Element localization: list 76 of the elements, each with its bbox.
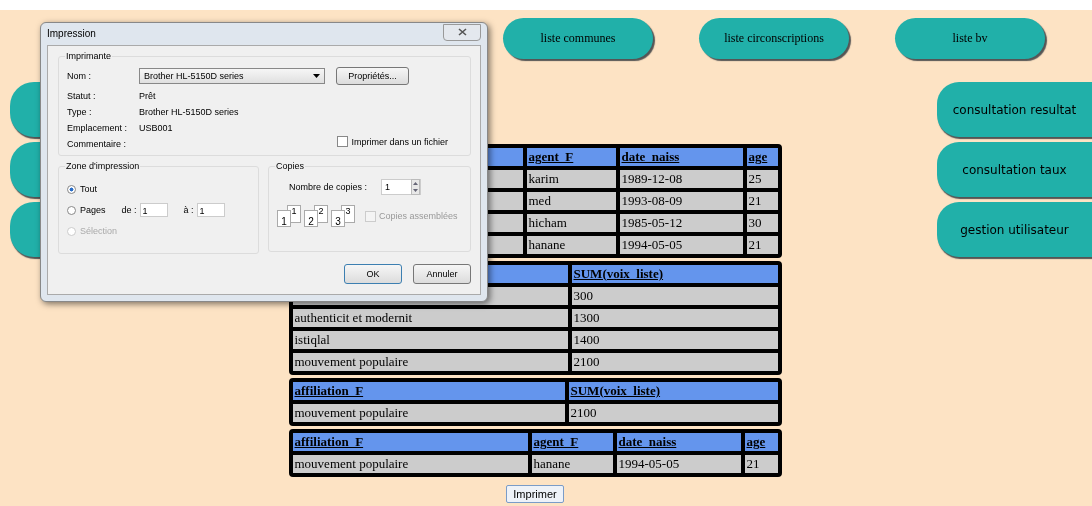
- column-header[interactable]: agent_F: [524, 146, 618, 168]
- radio-button[interactable]: [67, 184, 76, 194]
- table-cell: 1989-12-08: [617, 168, 745, 190]
- dialog-title: Impression: [47, 27, 96, 39]
- column-header[interactable]: date_naiss: [617, 146, 745, 168]
- table-cell: 21: [742, 453, 780, 475]
- table-cell: hicham: [524, 212, 618, 234]
- copies-spinner[interactable]: 1: [381, 179, 422, 195]
- group-label: Copies: [275, 161, 305, 171]
- table-cell: 1994-05-05: [617, 234, 745, 256]
- table-cell: 1994-05-05: [614, 453, 743, 475]
- radio-label: Pages: [80, 205, 106, 215]
- table-cell: 300: [569, 285, 780, 307]
- menu-button[interactable]: consultation resultat: [937, 82, 1092, 137]
- column-header[interactable]: date_naiss: [614, 431, 743, 453]
- field-label: à :: [183, 205, 194, 215]
- column-header[interactable]: SUM(voix_liste): [566, 380, 780, 402]
- menu-button[interactable]: consultation taux: [937, 142, 1092, 197]
- table-cell: 2100: [566, 402, 780, 424]
- radio-label: Tout: [80, 184, 97, 194]
- print-button[interactable]: Imprimer: [506, 485, 564, 503]
- table-cell: mouvement populaire: [290, 402, 567, 424]
- caret-icon: [313, 74, 320, 78]
- table-cell: 1300: [569, 307, 780, 329]
- group-label: Zone d'impression: [65, 161, 141, 171]
- checkbox[interactable]: [337, 136, 349, 147]
- field-value: USB001: [139, 122, 173, 133]
- table-cell: hanane: [529, 453, 615, 475]
- table-cell: istiqlal: [290, 329, 570, 351]
- group-label: Imprimante: [65, 51, 112, 61]
- ok-button[interactable]: OK: [344, 264, 402, 284]
- field-value: Prêt: [139, 90, 156, 101]
- page-to-field[interactable]: 1: [196, 203, 225, 217]
- nav-button[interactable]: liste communes: [503, 18, 653, 59]
- checkbox-label: Copies assemblées: [379, 211, 458, 221]
- table-cell: mouvement populaire: [290, 453, 530, 475]
- menu-button[interactable]: gestion utilisateur: [937, 202, 1092, 257]
- table-cell: karim: [524, 168, 618, 190]
- table-cell: 21: [744, 234, 780, 256]
- table-cell: authenticit et modernit: [290, 307, 570, 329]
- radio-button[interactable]: [67, 205, 76, 215]
- field-label: Nombre de copies :: [289, 182, 368, 192]
- field-label: Commentaire :: [67, 138, 128, 149]
- table-cell: 30: [744, 212, 780, 234]
- checkbox-label: Imprimer dans un fichier: [351, 136, 448, 147]
- table-cell: 1985-05-12: [617, 212, 745, 234]
- nav-button[interactable]: liste bv: [895, 18, 1045, 59]
- close-button[interactable]: [443, 23, 481, 41]
- table-cell: 1400: [569, 329, 780, 351]
- column-header[interactable]: affiliation_F: [290, 380, 567, 402]
- table-cell: med: [524, 190, 618, 212]
- field-label: Emplacement :: [67, 122, 129, 133]
- table-cell: 25: [744, 168, 780, 190]
- field-label: Type :: [67, 106, 93, 117]
- column-header[interactable]: affiliation_F: [290, 431, 530, 453]
- field-label: Statut :: [67, 90, 97, 101]
- nav-button[interactable]: liste circonscriptions: [699, 18, 849, 59]
- column-header[interactable]: agent_F: [529, 431, 615, 453]
- table-cell: mouvement populaire: [290, 351, 570, 373]
- column-header[interactable]: age: [742, 431, 780, 453]
- table-cell: hanane: [524, 234, 618, 256]
- table-cell: 1993-08-09: [617, 190, 745, 212]
- printer-dropdown[interactable]: Brother HL-5150D series: [139, 68, 325, 84]
- table-cell: 21: [744, 190, 780, 212]
- close-icon: [457, 28, 467, 36]
- properties-button[interactable]: Propriétés...: [336, 67, 409, 85]
- page-from-field[interactable]: 1: [139, 203, 168, 217]
- table-cell: 2100: [569, 351, 780, 373]
- spin-arrows-icon: [411, 179, 421, 195]
- field-label: de :: [121, 205, 137, 215]
- radio-label: Sélection: [80, 226, 118, 236]
- field-value: Brother HL-5150D series: [139, 106, 239, 117]
- field-label: Nom :: [67, 71, 92, 81]
- cancel-button[interactable]: Annuler: [413, 264, 471, 284]
- column-header[interactable]: SUM(voix_liste): [569, 263, 780, 285]
- column-header[interactable]: age: [744, 146, 780, 168]
